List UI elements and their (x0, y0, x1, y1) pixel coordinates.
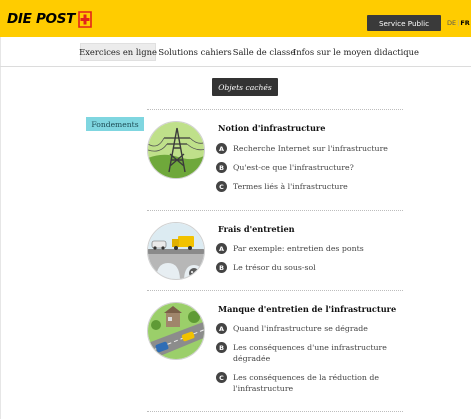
badge-a: A (216, 243, 227, 254)
section-divider (147, 290, 403, 291)
service-public-button[interactable]: Service Public (367, 15, 441, 31)
language-de[interactable]: DE (447, 19, 456, 27)
header-bar: DIE POST Service Public DE|FR (0, 0, 471, 37)
list-item[interactable]: B Qu'est-ce que l'infrastructure? (216, 162, 354, 173)
infrastructure-illustration[interactable] (147, 121, 205, 179)
tab-infos-moyen-didactique[interactable]: Infos sur le moyen didactique (293, 43, 419, 61)
list-item[interactable]: A Quand l'infrastructure se dégrade (216, 323, 368, 334)
logo-text: DIE POST (7, 11, 76, 27)
tab-salle-de-classe[interactable]: Salle de classe (233, 43, 296, 61)
post-logo[interactable]: DIE POST (7, 10, 93, 28)
badge-b: B (216, 162, 227, 173)
badge-a: A (216, 143, 227, 154)
list-item-label: Le trésor du sous-sol (233, 263, 316, 272)
badge-b: B (216, 342, 227, 353)
swiss-cross-logo-icon (78, 10, 93, 28)
section-divider (147, 210, 403, 211)
language-fr[interactable]: FR (460, 19, 469, 27)
section-title-manque[interactable]: Manque d'entretien de l'infrastructure (218, 304, 396, 314)
maintenance-lack-illustration[interactable] (147, 302, 205, 360)
list-item[interactable]: A Par exemple: entretien des ponts (216, 243, 364, 254)
content-left-border (0, 37, 1, 419)
list-item-label: Les conséquences de la réduction de l'in… (233, 373, 379, 393)
list-item-label: Par exemple: entretien des ponts (233, 244, 364, 253)
badge-b: B (216, 262, 227, 273)
list-item-label: Qu'est-ce que l'infrastructure? (233, 163, 354, 172)
badge-a: A (216, 323, 227, 334)
list-item[interactable]: B Les conséquences d'une infrastructure … (216, 342, 394, 364)
language-switcher: DE|FR (447, 19, 470, 27)
list-item[interactable]: B Le trésor du sous-sol (216, 262, 316, 273)
list-item-label: Recherche Internet sur l'infrastructure (233, 144, 388, 153)
section-divider (147, 411, 403, 412)
list-item[interactable]: C Termes liés à l'infrastructure (216, 181, 348, 192)
bridge-icon (148, 223, 204, 279)
section-title-frais[interactable]: Frais d'entretien (218, 224, 295, 234)
tab-solutions-cahiers[interactable]: Solutions cahiers (158, 43, 231, 61)
list-item-label: Quand l'infrastructure se dégrade (233, 324, 368, 333)
list-item-label: Termes liés à l'infrastructure (233, 182, 348, 191)
hidden-objects-button[interactable]: Objets cachés (212, 78, 278, 96)
section-divider (147, 109, 403, 110)
list-item-label: Les conséquences d'une infrastructure dé… (233, 343, 387, 363)
main-nav: Exercices en ligne Solutions cahiers Sal… (0, 37, 471, 67)
badge-c: C (216, 372, 227, 383)
list-item[interactable]: A Recherche Internet sur l'infrastructur… (216, 143, 388, 154)
section-title-notion[interactable]: Notion d'infrastructure (218, 123, 325, 133)
tab-exercices-en-ligne[interactable]: Exercices en ligne (79, 43, 157, 61)
road-traffic-icon (148, 303, 204, 359)
category-tag: Fondements (86, 117, 144, 131)
bridge-maintenance-illustration[interactable] (147, 222, 205, 280)
badge-c: C (216, 181, 227, 192)
power-pylon-icon (148, 122, 204, 178)
list-item[interactable]: C Les conséquences de la réduction de l'… (216, 372, 388, 394)
